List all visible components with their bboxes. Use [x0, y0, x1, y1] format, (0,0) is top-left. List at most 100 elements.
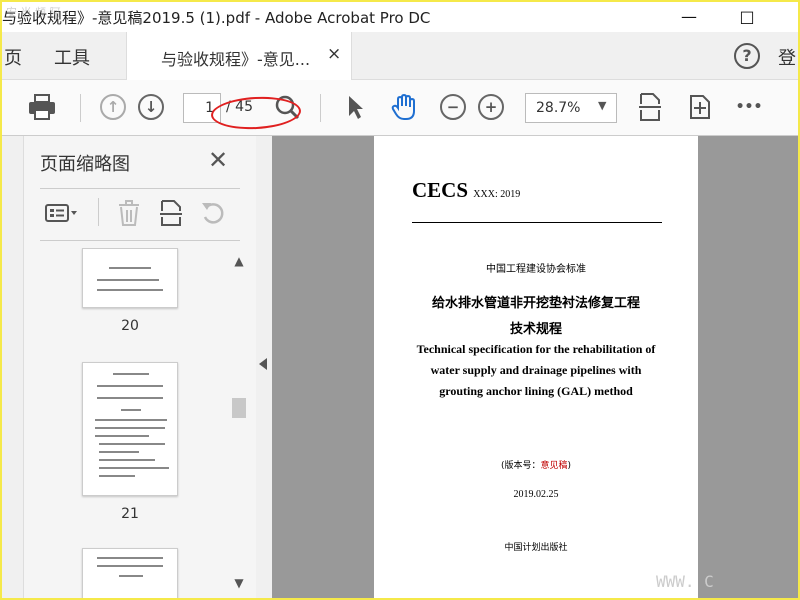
sign-in-button[interactable]: 登 [778, 44, 796, 70]
zoom-select[interactable]: 28.7% ▼ [525, 93, 617, 123]
thumb-text-line [99, 459, 155, 461]
thumbnail-list: 20 21 [24, 248, 256, 598]
document-view[interactable]: CECS XXX: 2019 中国工程建设协会标准 给水排水管道非开挖垫衬法修复… [272, 136, 798, 598]
thumb-text-line [99, 475, 135, 477]
title-bar: 与验收规程》-意见稿2019.5 (1).pdf - Adobe Acrobat… [2, 2, 798, 32]
print-icon[interactable] [24, 92, 60, 122]
version-value: 意见稿 [540, 461, 568, 471]
fit-page-button[interactable] [634, 92, 666, 122]
thumb-text-line [95, 435, 149, 437]
toolbar-separator [320, 94, 321, 122]
select-tool-button[interactable] [340, 92, 370, 122]
print-icon-graphic [29, 94, 55, 120]
cursor-arrow-icon [349, 96, 363, 119]
heading-rule [412, 222, 662, 223]
site-watermark: WWW. C [656, 572, 714, 591]
pdf-page: CECS XXX: 2019 中国工程建设协会标准 给水排水管道非开挖垫衬法修复… [374, 136, 698, 598]
collapse-arrow-icon[interactable] [259, 358, 267, 370]
thumb-text-line [99, 443, 165, 445]
scroll-up-icon[interactable]: ▲ [230, 252, 248, 270]
thumb-text-line [119, 575, 143, 577]
publication-date: 2019.02.25 [513, 489, 559, 500]
minus-icon: − [440, 94, 466, 120]
thumbnail-scrollbar[interactable]: ▲ ▼ [230, 248, 248, 594]
thumb-text-line [97, 385, 163, 387]
rotate-view-button[interactable] [684, 92, 716, 122]
title-cn-line2: 技术规程 [509, 322, 562, 337]
options-menu-icon [45, 204, 77, 222]
navigation-pane-strip[interactable] [2, 136, 24, 598]
panel-collapse-strip[interactable] [256, 136, 272, 598]
toolbar: ↑ ↓ 1 / 45 − + 28.7% ▼ ••• [2, 80, 798, 136]
previous-page-button[interactable]: ↑ [98, 92, 128, 122]
minimize-button[interactable]: — [674, 5, 704, 29]
thumbnail-page-20[interactable] [82, 248, 178, 308]
title-en-line2: water supply and drainage pipelines with [430, 363, 642, 377]
acrobat-window: 与验收规程》-意见稿2019.5 (1).pdf - Adobe Acrobat… [2, 2, 798, 598]
arrow-down-icon: ↓ [138, 94, 164, 120]
standard-type: 中国工程建设协会标准 [486, 264, 586, 275]
thumb-text-line [97, 289, 163, 291]
menu-bar: 页 工具 与验收规程》-意见... × ? 登 [2, 32, 798, 80]
thumb-text-line [99, 467, 169, 469]
page-thumbnails-panel: 页面缩略图 ✕ 20 21 ▲ ▼ [24, 136, 256, 598]
thumbnail-page-22[interactable] [82, 548, 178, 598]
panel-close-icon[interactable]: ✕ [208, 146, 228, 174]
document-tab-label: 与验收规程》-意见... [161, 50, 311, 69]
tab-close-icon[interactable]: × [327, 44, 341, 64]
zoom-out-button[interactable]: − [438, 92, 468, 122]
trash-icon [119, 200, 139, 226]
document-tab[interactable]: 与验收规程》-意见... × [126, 32, 352, 80]
thumbnail-label-21: 21 [121, 506, 139, 522]
rotate-pages-button[interactable] [200, 198, 226, 228]
version-label: (版本号：意见稿) [374, 458, 698, 471]
maximize-button[interactable]: □ [732, 5, 762, 29]
chevron-down-icon: ▼ [598, 99, 607, 112]
zoom-in-button[interactable]: + [476, 92, 506, 122]
cecs-number: XXX: 2019 [473, 189, 521, 200]
panel-separator [98, 198, 99, 226]
more-tools-icon[interactable]: ••• [734, 92, 764, 122]
toolbar-separator [80, 94, 81, 122]
thumbnail-page-21[interactable] [82, 362, 178, 496]
panel-title: 页面缩略图 [40, 154, 130, 175]
menu-tools[interactable]: 工具 [54, 44, 90, 70]
thumb-text-line [97, 279, 159, 281]
thumb-text-line [97, 565, 163, 567]
thumb-text-line [97, 397, 163, 399]
cecs-heading: CECS XXX: 2019 [412, 178, 520, 203]
thumbnail-label-20: 20 [121, 318, 139, 334]
thumb-text-line [95, 419, 167, 421]
corner-watermark: 安 当 频 阿 [6, 6, 61, 19]
rotate-icon [202, 203, 224, 224]
arrow-up-icon: ↑ [100, 94, 126, 120]
delete-pages-button[interactable] [116, 198, 142, 228]
publisher: 中国计划出版社 [504, 543, 568, 553]
title-en-line1: Technical specification for the rehabili… [416, 342, 656, 356]
cecs-label: CECS [412, 178, 469, 202]
panel-divider [40, 188, 240, 189]
help-icon[interactable]: ? [734, 43, 760, 69]
thumb-text-line [109, 267, 151, 269]
thumb-text-line [95, 427, 165, 429]
plus-icon: + [478, 94, 504, 120]
thumbnail-options-button[interactable] [44, 198, 80, 228]
title-en-line3: grouting anchor lining (GAL) method [439, 384, 633, 398]
scroll-down-icon[interactable]: ▼ [230, 574, 248, 592]
insert-page-button[interactable] [158, 198, 184, 228]
next-page-button[interactable]: ↓ [136, 92, 166, 122]
thumb-text-line [97, 557, 163, 559]
window-title: 与验收规程》-意见稿2019.5 (1).pdf - Adobe Acrobat… [2, 9, 431, 27]
thumb-text-line [121, 409, 141, 411]
hand-tool-button[interactable] [386, 92, 422, 122]
panel-divider [40, 240, 240, 241]
move-expand-icon [690, 95, 710, 119]
version-suffix: ) [567, 461, 572, 471]
scroll-thumb[interactable] [232, 398, 246, 418]
insert-page-icon [160, 200, 182, 226]
title-cn-line1: 给水排水管道非开挖垫衬法修复工程 [431, 296, 640, 311]
menu-home[interactable]: 页 [4, 44, 22, 70]
zoom-value: 28.7% [536, 100, 581, 116]
hand-icon [391, 93, 415, 120]
thumb-text-line [99, 451, 139, 453]
